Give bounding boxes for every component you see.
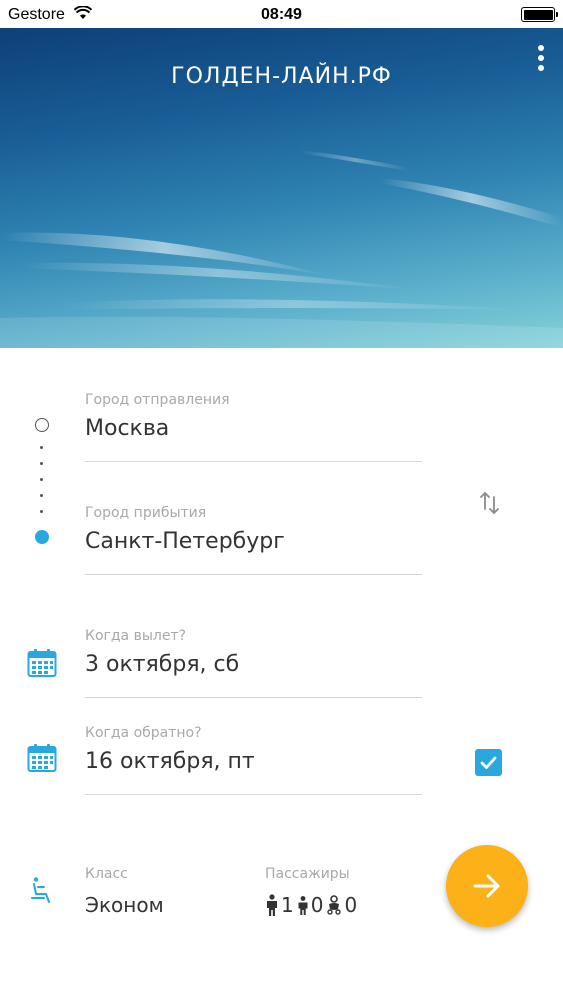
class-label: Класс bbox=[85, 866, 128, 882]
departure-date-field[interactable]: Когда вылет? 3 октября, сб bbox=[85, 628, 422, 698]
app-title: ГОЛДЕН-ЛАЙН.РФ bbox=[171, 64, 392, 89]
hero-header: ГОЛДЕН-ЛАЙН.РФ bbox=[0, 28, 563, 348]
children-count: 0 bbox=[310, 893, 324, 917]
seat-icon bbox=[31, 877, 50, 903]
arrow-right-icon bbox=[473, 874, 500, 898]
calendar-icon bbox=[27, 744, 57, 772]
battery-icon bbox=[521, 7, 558, 22]
more-vertical-icon bbox=[538, 45, 544, 51]
return-trip-checkbox[interactable] bbox=[475, 749, 502, 776]
check-icon bbox=[480, 756, 497, 769]
route-dotted-line bbox=[40, 446, 44, 526]
origin-city-field[interactable]: Город отправления Москва bbox=[85, 392, 422, 462]
departure-date-value: 3 октября, сб bbox=[85, 652, 240, 677]
clock: 08:49 bbox=[261, 6, 302, 23]
destination-city-field[interactable]: Город прибытия Санкт-Петербург bbox=[85, 505, 422, 575]
origin-city-label: Город отправления bbox=[85, 392, 230, 408]
origin-city-value: Москва bbox=[85, 416, 170, 441]
more-menu-button[interactable] bbox=[529, 40, 553, 76]
infant-icon bbox=[327, 895, 342, 915]
adults-count: 1 bbox=[281, 893, 294, 917]
class-selector[interactable]: Эконом bbox=[85, 893, 164, 917]
passengers-selector[interactable]: 1 0 0 bbox=[265, 892, 360, 918]
return-date-label: Когда обратно? bbox=[85, 725, 202, 741]
child-icon bbox=[298, 896, 308, 915]
destination-marker-icon bbox=[35, 530, 49, 544]
return-date-value: 16 октября, пт bbox=[85, 749, 255, 774]
swap-vertical-icon bbox=[480, 492, 499, 514]
destination-city-label: Город прибытия bbox=[85, 505, 207, 521]
calendar-icon bbox=[27, 649, 57, 677]
swap-cities-button[interactable] bbox=[476, 488, 504, 518]
departure-date-label: Когда вылет? bbox=[85, 628, 187, 644]
infants-count: 0 bbox=[344, 893, 358, 917]
status-bar: Gestore 08:49 bbox=[0, 0, 563, 28]
search-flights-button[interactable] bbox=[446, 845, 528, 927]
return-date-field[interactable]: Когда обратно? 16 октября, пт bbox=[85, 725, 422, 795]
passengers-label: Пассажиры bbox=[265, 866, 350, 882]
destination-city-value: Санкт-Петербург bbox=[85, 529, 285, 554]
origin-marker-icon bbox=[35, 418, 49, 432]
adult-icon bbox=[267, 894, 277, 916]
